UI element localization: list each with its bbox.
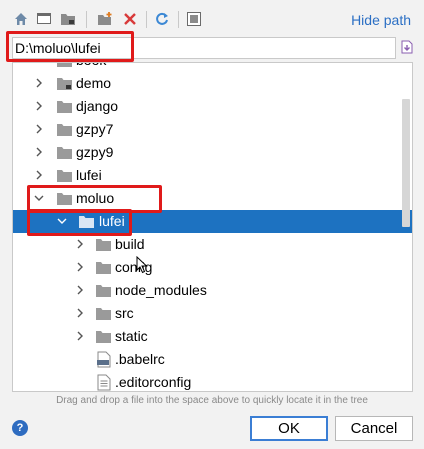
folder-icon	[57, 124, 72, 136]
tree-item-label: demo	[76, 75, 112, 91]
tree-item-label: build	[115, 236, 145, 252]
chevron-right-icon[interactable]	[75, 308, 85, 318]
chevron-right-icon[interactable]	[34, 101, 44, 111]
hide-path-link[interactable]: Hide path	[351, 12, 411, 28]
folder-icon	[57, 147, 72, 159]
tree-item-node-modules[interactable]: node_modules	[13, 279, 412, 302]
tree-item-lufei[interactable]: lufei	[13, 164, 412, 187]
toolbar-separator	[146, 11, 147, 28]
delete-icon[interactable]	[122, 11, 138, 27]
chevron-right-icon[interactable]	[34, 170, 44, 180]
drag-drop-hint: Drag and drop a file into the space abov…	[56, 395, 368, 406]
show-hidden-icon[interactable]	[186, 11, 202, 27]
desktop-icon[interactable]	[36, 11, 52, 27]
tree-item-label: static	[115, 328, 148, 344]
tree-item-build[interactable]: build	[13, 233, 412, 256]
tree-item-book[interactable]: book	[13, 63, 412, 72]
chevron-right-icon[interactable]	[34, 78, 44, 88]
json-file-icon	[97, 351, 111, 368]
folder-icon	[96, 285, 111, 297]
tree-item-config[interactable]: config	[13, 256, 412, 279]
chevron-right-icon[interactable]	[75, 262, 85, 272]
tree-item-src[interactable]: src	[13, 302, 412, 325]
folder-icon	[96, 262, 111, 274]
chevron-right-icon[interactable]	[34, 147, 44, 157]
toolbar-separator	[86, 11, 87, 28]
tree-item-label: book	[76, 63, 106, 72]
tree-item-label: node_modules	[115, 282, 207, 298]
chevron-right-icon[interactable]	[34, 124, 44, 134]
new-folder-icon[interactable]	[97, 11, 113, 27]
tree-item-static[interactable]: static	[13, 325, 412, 348]
project-folder-icon[interactable]	[60, 11, 76, 27]
tree-item-label: src	[115, 305, 134, 321]
tree-item-demo[interactable]: demo	[13, 72, 412, 95]
text-file-icon	[97, 374, 111, 391]
folder-icon	[96, 308, 111, 320]
tree-item-label: gzpy7	[76, 121, 114, 137]
tree-item-gzpy7[interactable]: gzpy7	[13, 118, 412, 141]
ok-button[interactable]: OK	[250, 416, 328, 441]
folder-icon	[96, 239, 111, 251]
chevron-right-icon[interactable]	[75, 239, 85, 249]
refresh-icon[interactable]	[154, 11, 170, 27]
tree-item-label: .babelrc	[115, 351, 165, 367]
folder-icon	[57, 170, 72, 182]
annotation-lufei-highlight	[27, 209, 132, 236]
folder-icon	[57, 101, 72, 113]
tree-item-babelrc[interactable]: .babelrc	[13, 348, 412, 371]
tree-item-django[interactable]: django	[13, 95, 412, 118]
tree-item-label: gzpy9	[76, 144, 114, 160]
annotation-path-highlight	[6, 31, 134, 62]
tree-item-label: django	[76, 98, 119, 114]
tree-item-label: .editorconfig	[115, 374, 192, 390]
folder-icon	[57, 63, 72, 67]
toolbar-separator	[178, 11, 179, 28]
vertical-scrollbar[interactable]	[402, 99, 410, 227]
help-icon[interactable]: ?	[12, 420, 28, 436]
tree-item-editorconfig[interactable]: .editorconfig	[13, 371, 412, 391]
home-icon[interactable]	[13, 11, 29, 27]
folder-icon	[96, 331, 111, 343]
cancel-button[interactable]: Cancel	[335, 416, 413, 441]
mouse-cursor-icon	[136, 256, 148, 274]
project-folder-icon	[57, 78, 72, 90]
chevron-right-icon[interactable]	[75, 331, 85, 341]
chevron-right-icon[interactable]	[75, 285, 85, 295]
toolbar: Hide path	[0, 0, 424, 34]
path-history-icon[interactable]	[398, 38, 416, 56]
tree-item-label: lufei	[76, 167, 102, 183]
tree-item-gzpy9[interactable]: gzpy9	[13, 141, 412, 164]
